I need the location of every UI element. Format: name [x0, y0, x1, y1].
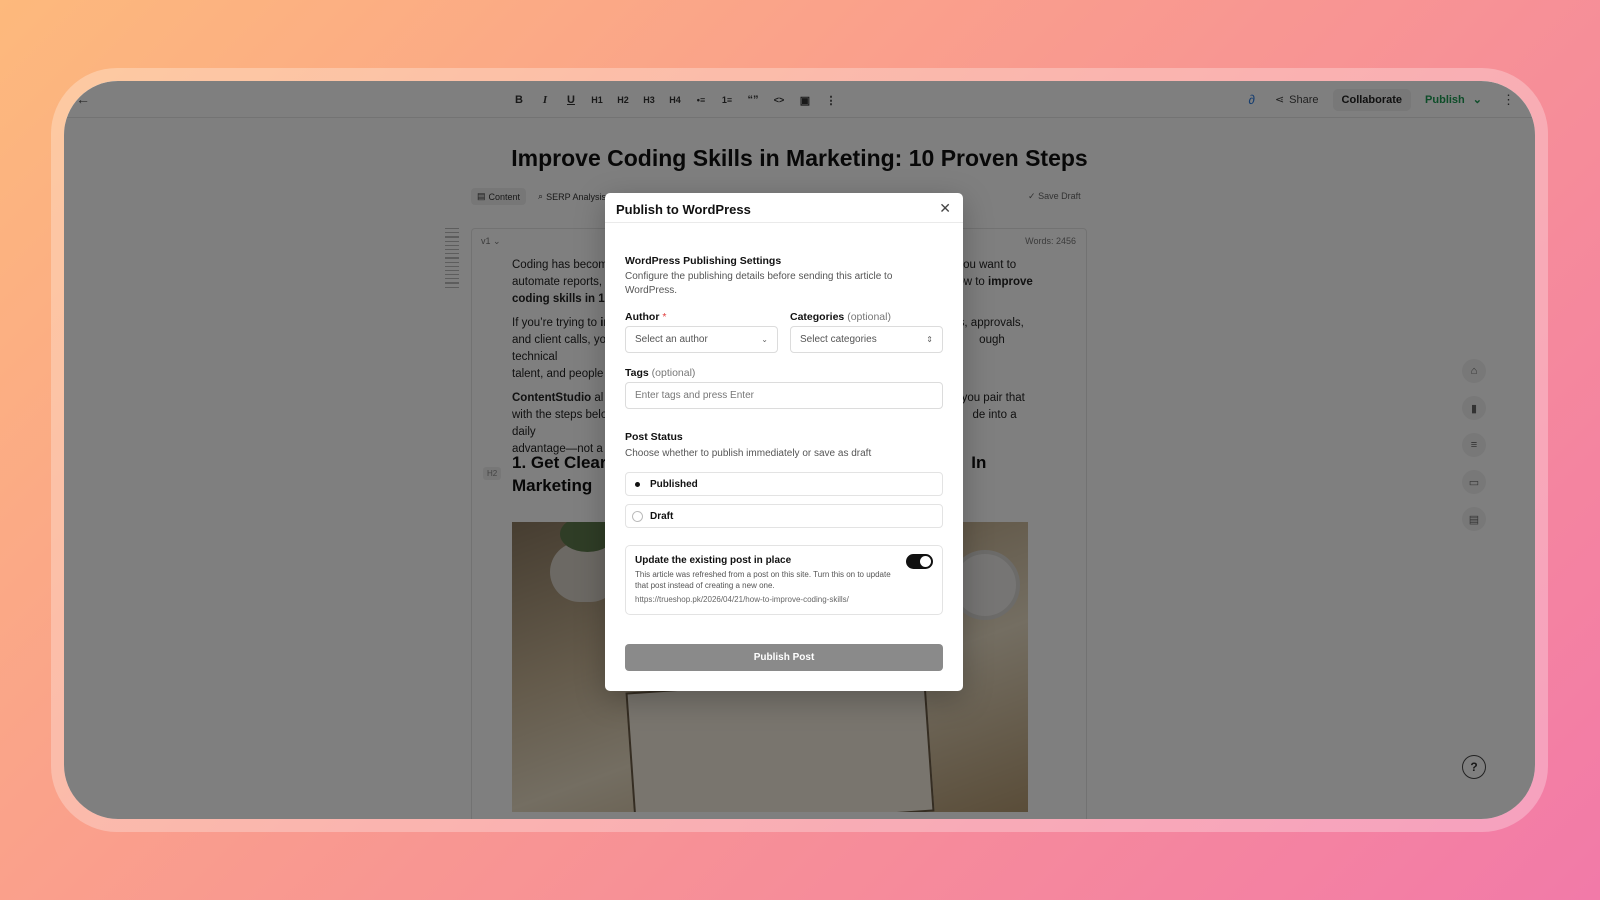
- publish-post-button[interactable]: Publish Post: [625, 644, 943, 671]
- settings-description: Configure the publishing details before …: [625, 271, 893, 296]
- status-option-draft[interactable]: Draft: [625, 504, 943, 528]
- author-label-text: Author: [625, 311, 660, 323]
- categories-select[interactable]: Select categories ⇕: [790, 326, 943, 353]
- update-in-place-toggle[interactable]: [906, 554, 933, 569]
- tags-label: Tags (optional): [625, 367, 695, 379]
- tags-label-text: Tags: [625, 367, 649, 379]
- post-status-description: Choose whether to publish immediately or…: [625, 448, 872, 459]
- chevron-up-down-icon: ⇕: [926, 335, 933, 344]
- update-description: This article was refreshed from a post o…: [635, 570, 891, 590]
- status-option-label: Published: [650, 478, 698, 490]
- optional-marker: (optional): [847, 311, 891, 323]
- status-option-published[interactable]: Published: [625, 472, 943, 496]
- close-icon[interactable]: ✕: [939, 200, 951, 217]
- radio-selected-icon: [632, 479, 643, 490]
- author-label: Author *: [625, 311, 666, 323]
- post-status-heading: Post Status: [625, 431, 683, 443]
- publish-to-wordpress-dialog: Publish to WordPress ✕ WordPress Publish…: [605, 193, 963, 691]
- dialog-title: Publish to WordPress: [616, 202, 751, 217]
- required-marker: *: [662, 311, 667, 323]
- author-placeholder: Select an author: [635, 334, 708, 345]
- categories-label-text: Categories: [790, 311, 845, 323]
- settings-heading: WordPress Publishing Settings: [625, 255, 782, 267]
- dialog-header: Publish to WordPress ✕: [605, 193, 963, 223]
- optional-marker: (optional): [651, 367, 696, 379]
- author-select[interactable]: Select an author ⌄: [625, 326, 778, 353]
- radio-unselected-icon: [632, 510, 643, 522]
- categories-label: Categories (optional): [790, 311, 891, 323]
- existing-post-url: https://trueshop.pk/2026/04/21/how-to-im…: [635, 595, 849, 604]
- update-title: Update the existing post in place: [635, 555, 792, 566]
- categories-placeholder: Select categories: [800, 334, 877, 345]
- tags-input[interactable]: Enter tags and press Enter: [625, 382, 943, 409]
- tags-placeholder: Enter tags and press Enter: [635, 390, 754, 401]
- status-option-label: Draft: [650, 510, 674, 522]
- update-existing-post-card: Update the existing post in place This a…: [625, 545, 943, 615]
- chevron-down-icon: ⌄: [761, 335, 768, 344]
